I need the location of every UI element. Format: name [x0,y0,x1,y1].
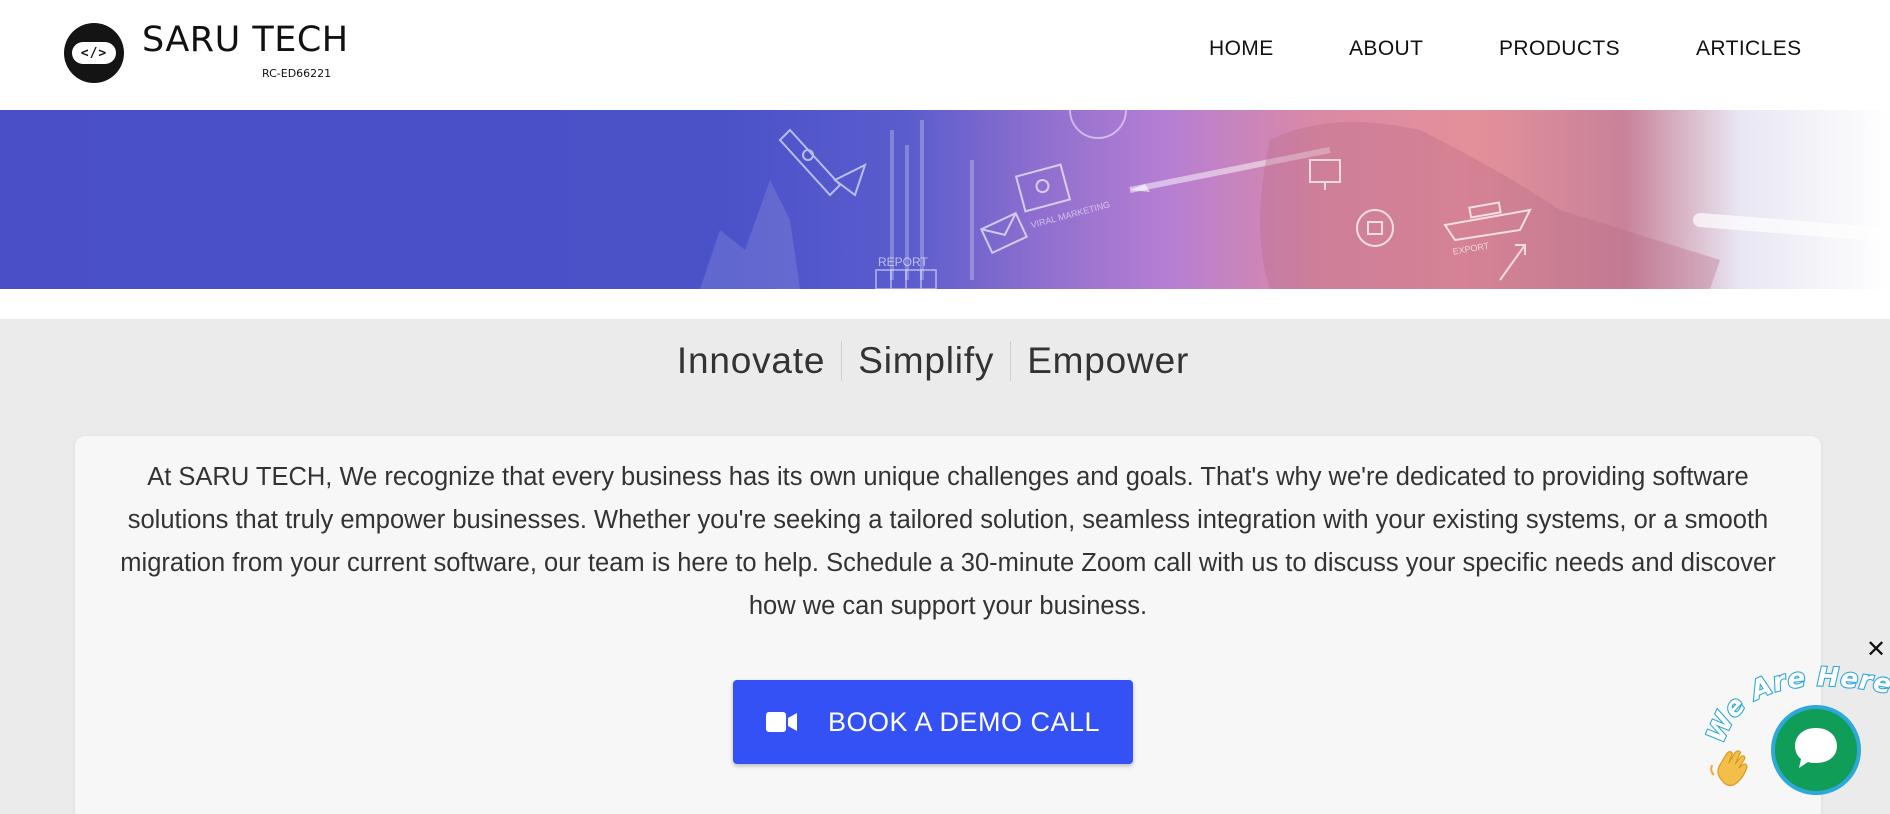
site-header: </> SARU TECH RC-ED66221 HOME ABOUT PROD… [0,0,1890,110]
hero-illustration: REPORT VIRAL MARKETING EXPORT [700,110,1890,289]
chat-button[interactable] [1771,705,1861,795]
rocket-icon [778,128,867,197]
intro-text: At SARU TECH, We recognize that every bu… [120,463,1776,620]
nav-about[interactable]: ABOUT [1349,37,1423,61]
nav-products[interactable]: PRODUCTS [1499,37,1620,61]
chat-bubble-icon [1793,726,1839,775]
logo-icon[interactable]: </> [64,23,124,83]
hand-silhouette [1260,122,1720,289]
book-demo-label: BOOK A DEMO CALL [827,706,1101,737]
monitor-icon [1014,163,1072,213]
nav-articles[interactable]: ARTICLES [1696,37,1802,61]
nav-home[interactable]: HOME [1209,37,1274,61]
envelope-icon [979,211,1029,255]
tagline-innovate: Innovate [676,340,826,381]
brand-name[interactable]: SARU TECH [142,20,349,60]
tagline: Innovate Simplify Empower [0,340,1890,382]
tagline-divider [841,341,843,381]
chart-icon [700,180,800,289]
book-demo-button[interactable]: BOOK A DEMO CALL [733,680,1133,764]
logo-code-glyph: </> [72,42,116,64]
tagline-empower: Empower [1027,340,1190,381]
hero-label-viral: VIRAL MARKETING [1030,199,1111,230]
hero-label-report: REPORT [878,255,928,269]
report-grid-icon [875,269,937,289]
tagline-simplify: Simplify [858,340,995,381]
tagline-divider [1010,341,1012,381]
brand-registration: RC-ED66221 [262,67,332,80]
hero-banner: REPORT VIRAL MARKETING EXPORT [0,110,1890,289]
hero-bottom-band [0,289,1890,319]
video-camera-icon [765,711,798,733]
